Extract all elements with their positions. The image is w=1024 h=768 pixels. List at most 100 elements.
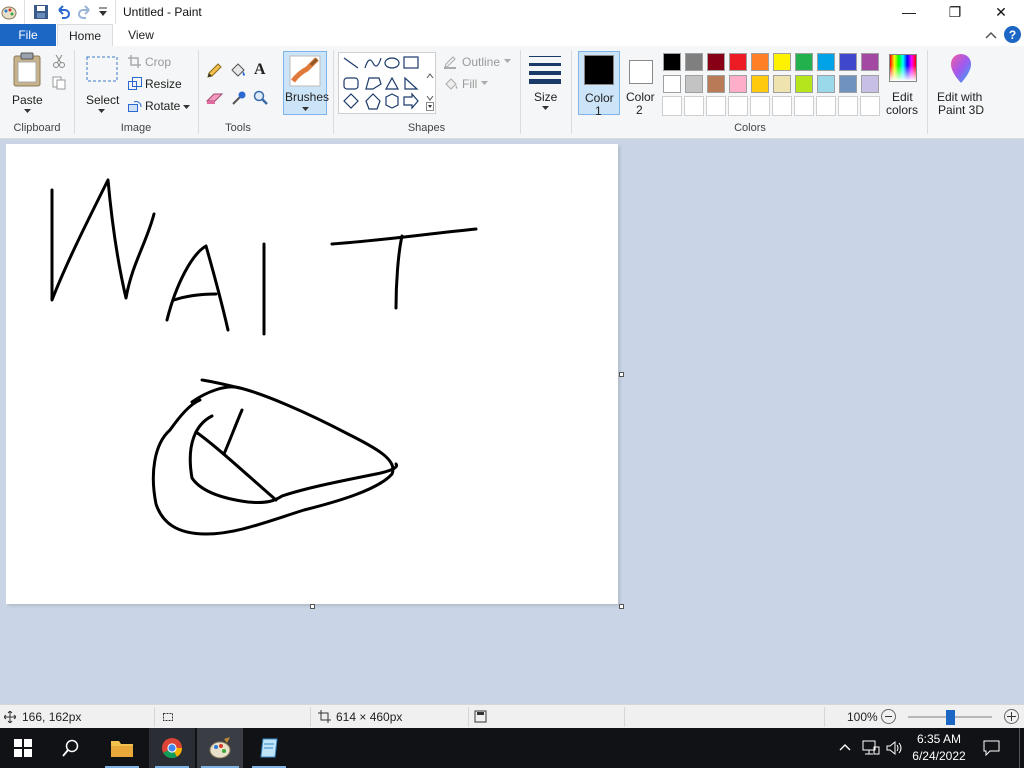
taskbar-notepad[interactable] <box>246 728 292 768</box>
palette-swatch[interactable] <box>773 75 791 93</box>
paste-button[interactable]: Paste <box>6 50 48 116</box>
palette-swatch[interactable] <box>729 53 747 71</box>
file-size-icon <box>474 710 487 723</box>
rotate-label[interactable]: Rotate <box>145 99 180 113</box>
crop-label[interactable]: Crop <box>145 55 171 69</box>
taskbar-chrome[interactable] <box>149 728 195 768</box>
palette-swatch[interactable] <box>773 53 791 71</box>
taskbar-file-explorer[interactable] <box>99 728 145 768</box>
edit-with-paint3d-button[interactable]: Edit with Paint 3D <box>932 51 990 117</box>
paint-app-icon[interactable] <box>0 3 18 21</box>
size-button[interactable]: Size <box>526 52 564 114</box>
resize-icon[interactable] <box>128 77 142 90</box>
custom-color-slot[interactable] <box>794 96 814 116</box>
magnifier-icon[interactable] <box>253 90 269 106</box>
tab-home[interactable]: Home <box>57 24 113 46</box>
palette-swatch[interactable] <box>839 75 857 93</box>
shapes-gallery[interactable] <box>338 52 436 114</box>
collapse-ribbon-icon[interactable] <box>985 30 997 40</box>
fill-label[interactable]: Fill <box>462 77 477 91</box>
brushes-button[interactable]: Brushes <box>283 51 329 115</box>
custom-color-slot[interactable] <box>728 96 748 116</box>
palette-swatch[interactable] <box>861 75 879 93</box>
zoom-slider-thumb[interactable] <box>945 710 955 725</box>
palette-swatch[interactable] <box>795 75 813 93</box>
outline-icon[interactable] <box>443 55 457 69</box>
zoom-out-button[interactable] <box>881 709 896 724</box>
clock-date[interactable]: 6/24/2022 <box>904 749 974 763</box>
custom-color-slot[interactable] <box>750 96 770 116</box>
resize-handle-right[interactable] <box>619 372 624 377</box>
palette-swatch[interactable] <box>685 75 703 93</box>
volume-icon[interactable] <box>886 740 904 756</box>
resize-label[interactable]: Resize <box>145 77 182 91</box>
palette-swatch[interactable] <box>839 53 857 71</box>
undo-icon[interactable] <box>55 4 71 20</box>
drawing-canvas[interactable] <box>6 144 618 604</box>
text-tool-icon[interactable]: A <box>254 61 266 79</box>
custom-color-slot[interactable] <box>706 96 726 116</box>
custom-color-slot[interactable] <box>838 96 858 116</box>
network-icon[interactable] <box>862 740 880 756</box>
eraser-icon[interactable] <box>206 91 224 105</box>
custom-color-slot[interactable] <box>772 96 792 116</box>
palette-swatch[interactable] <box>663 75 681 93</box>
color1-button[interactable]: Color 1 <box>578 51 620 118</box>
notifications-icon[interactable] <box>983 740 1000 756</box>
custom-color-slot[interactable] <box>860 96 880 116</box>
show-desktop-button[interactable] <box>1019 728 1020 768</box>
redo-icon[interactable] <box>77 4 93 20</box>
help-button[interactable]: ? <box>1004 26 1021 43</box>
edit-colors-button[interactable]: Edit colors <box>884 51 922 117</box>
start-button[interactable] <box>0 728 46 768</box>
select-button[interactable]: Select <box>80 50 122 116</box>
paint3d-line1: Edit with <box>937 90 983 104</box>
palette-swatch[interactable] <box>751 53 769 71</box>
canvas-drawing <box>50 178 478 536</box>
copy-icon[interactable] <box>52 76 66 90</box>
close-button[interactable]: ✕ <box>978 0 1024 24</box>
tab-view[interactable]: View <box>118 24 164 46</box>
color-palette <box>662 52 882 118</box>
palette-swatch[interactable] <box>817 53 835 71</box>
palette-swatch[interactable] <box>663 53 681 71</box>
resize-handle-bottom[interactable] <box>310 604 315 609</box>
fill-icon[interactable] <box>443 77 459 91</box>
outline-label[interactable]: Outline <box>462 55 500 69</box>
color2-button[interactable]: Color 2 <box>622 51 660 117</box>
pencil-icon[interactable] <box>206 63 222 79</box>
color-picker-icon[interactable] <box>231 90 247 106</box>
clock-time[interactable]: 6:35 AM <box>904 732 974 746</box>
minimize-button[interactable]: — <box>886 0 932 24</box>
custom-color-slot[interactable] <box>684 96 704 116</box>
zoom-level: 100% <box>847 710 878 724</box>
search-button[interactable] <box>48 728 94 768</box>
tools-group-label: Tools <box>225 122 251 134</box>
palette-swatch[interactable] <box>707 53 725 71</box>
cut-icon[interactable] <box>52 54 66 68</box>
palette-swatch[interactable] <box>817 75 835 93</box>
show-hidden-icons-icon[interactable] <box>839 742 851 752</box>
shapes-scroll-icon[interactable] <box>426 56 434 112</box>
fill-bucket-icon[interactable] <box>229 62 247 78</box>
palette-swatch[interactable] <box>795 53 813 71</box>
crop-icon[interactable] <box>128 55 141 68</box>
color1-label: Color <box>585 91 614 105</box>
taskbar-paint[interactable] <box>197 728 243 768</box>
resize-handle-corner[interactable] <box>619 604 624 609</box>
tab-file[interactable]: File <box>0 24 56 46</box>
customize-quick-access-icon[interactable] <box>98 7 108 17</box>
restore-button[interactable]: ❐ <box>932 0 978 24</box>
palette-swatch[interactable] <box>729 75 747 93</box>
custom-color-slot[interactable] <box>662 96 682 116</box>
palette-swatch[interactable] <box>861 53 879 71</box>
palette-swatch[interactable] <box>707 75 725 93</box>
colors-group-label: Colors <box>734 122 766 134</box>
save-icon[interactable] <box>33 4 49 20</box>
palette-swatch[interactable] <box>685 53 703 71</box>
palette-swatch[interactable] <box>751 75 769 93</box>
rotate-icon[interactable] <box>128 99 142 112</box>
zoom-in-button[interactable] <box>1004 709 1019 724</box>
custom-color-slot[interactable] <box>816 96 836 116</box>
chevron-down-icon[interactable] <box>183 105 190 110</box>
